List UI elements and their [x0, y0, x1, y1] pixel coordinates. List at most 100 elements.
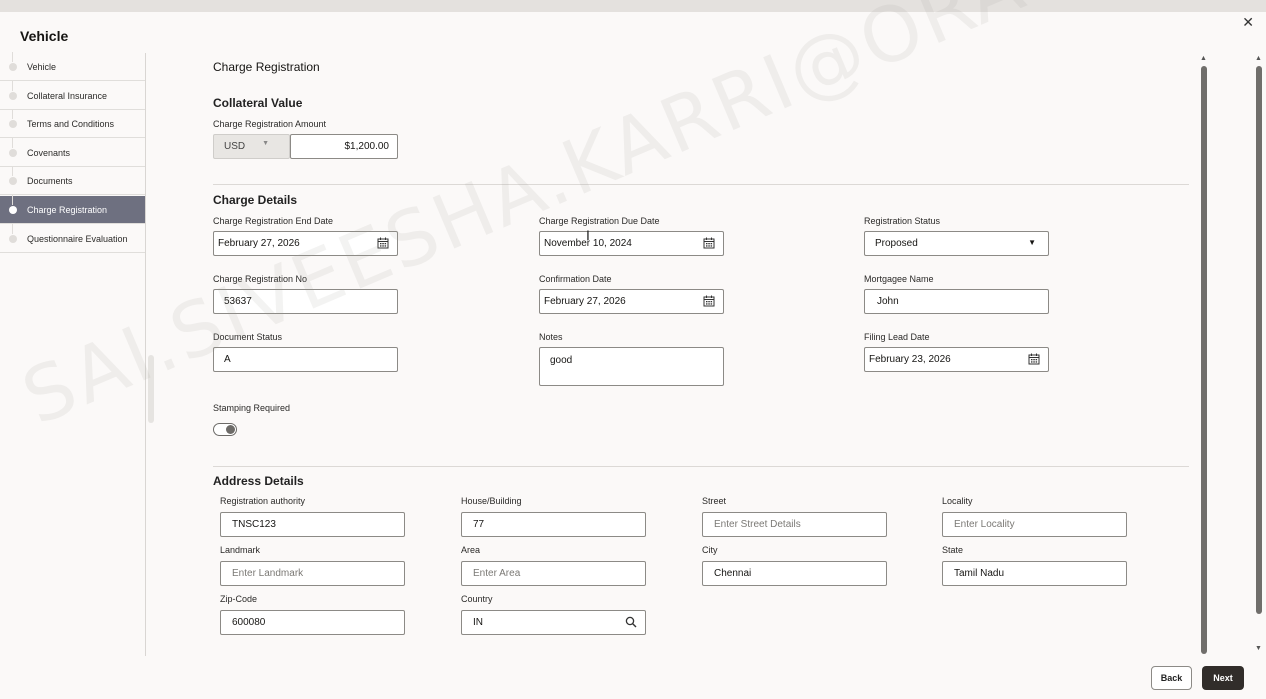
street-label: Street [702, 496, 727, 506]
notes-textarea[interactable]: good [539, 347, 724, 386]
house-value: 77 [473, 519, 485, 530]
section-heading-charge-details: Charge Details [213, 193, 298, 207]
step-dot-icon [9, 120, 17, 128]
sidebar-item-questionnaire-evaluation[interactable]: Questionnaire Evaluation [0, 224, 145, 253]
scroll-up-arrow-icon[interactable]: ▲ [1255, 55, 1262, 62]
landmark-placeholder: Enter Landmark [232, 568, 304, 579]
calendar-icon[interactable] [703, 237, 715, 249]
reg-no-value: 53637 [224, 296, 252, 307]
country-input[interactable]: IN [461, 610, 646, 635]
authority-label: Registration authority [220, 496, 306, 506]
section-heading-address-details: Address Details [213, 474, 304, 488]
step-dot-icon [9, 149, 17, 157]
top-strip [0, 0, 1266, 12]
stamping-toggle[interactable] [213, 423, 237, 436]
search-icon[interactable] [625, 616, 637, 628]
city-value: Chennai [714, 568, 752, 579]
due-date-label: Charge Registration Due Date [539, 216, 660, 226]
scroll-up-arrow-icon[interactable]: ▲ [1200, 55, 1207, 62]
sidebar-item-charge-registration[interactable]: Charge Registration [0, 195, 145, 224]
calendar-icon[interactable] [1028, 353, 1040, 365]
sidebar-item-label: Collateral Insurance [27, 90, 108, 101]
area-input[interactable]: Enter Area [461, 561, 646, 586]
calendar-icon[interactable] [377, 237, 389, 249]
end-date-label: Charge Registration End Date [213, 216, 334, 226]
authority-input[interactable]: TNSC123 [220, 512, 405, 537]
chevron-down-icon: ▼ [262, 140, 269, 147]
currency-select[interactable]: USD ▼ [213, 134, 290, 159]
registration-status-value: Proposed [875, 238, 918, 249]
zip-label: Zip-Code [220, 594, 258, 604]
sidebar-item-documents[interactable]: Documents [0, 166, 145, 195]
zip-value: 600080 [232, 617, 266, 628]
content-scrollbar[interactable] [1201, 66, 1207, 654]
text-cursor-icon: I [586, 227, 590, 243]
city-label: City [702, 545, 718, 555]
area-placeholder: Enter Area [473, 568, 521, 579]
currency-value: USD [224, 141, 246, 152]
sidebar-item-label: Vehicle [27, 61, 57, 72]
sidebar-item-collateral-insurance[interactable]: Collateral Insurance [0, 81, 145, 110]
mortgagee-input[interactable]: John [864, 289, 1049, 314]
section-divider [213, 466, 1189, 467]
house-input[interactable]: 77 [461, 512, 646, 537]
street-placeholder: Enter Street Details [714, 519, 801, 530]
sidebar-item-terms-and-conditions[interactable]: Terms and Conditions [0, 109, 145, 138]
section-divider [213, 184, 1189, 185]
end-date-value: February 27, 2026 [218, 238, 300, 249]
state-input[interactable]: Tamil Nadu [942, 561, 1127, 586]
country-value: IN [473, 617, 483, 628]
calendar-icon[interactable] [703, 295, 715, 307]
confirmation-date-label: Confirmation Date [539, 274, 612, 284]
state-label: State [942, 545, 964, 555]
reg-no-input[interactable]: 53637 [213, 289, 398, 314]
caret-down-icon: ▼ [1028, 238, 1036, 247]
scroll-down-arrow-icon[interactable]: ▼ [1255, 645, 1262, 652]
registration-status-select[interactable]: Proposed ▼ [864, 231, 1049, 256]
area-label: Area [461, 545, 481, 555]
doc-status-label: Document Status [213, 332, 283, 342]
step-dot-icon [9, 63, 17, 71]
country-label: Country [461, 594, 493, 604]
sidebar-item-covenants[interactable]: Covenants [0, 138, 145, 167]
landmark-label: Landmark [220, 545, 261, 555]
sidebar-item-label: Covenants [27, 147, 71, 158]
close-icon[interactable]: ✕ [1242, 14, 1254, 31]
notes-value: good [550, 355, 573, 366]
locality-placeholder: Enter Locality [954, 519, 1015, 530]
step-dot-icon [9, 177, 17, 185]
filing-date-input[interactable]: February 23, 2026 [864, 347, 1049, 372]
filing-date-label: Filing Lead Date [864, 332, 930, 342]
charge-amount-label: Charge Registration Amount [213, 119, 327, 129]
app-title: Vehicle [20, 28, 69, 44]
step-dot-icon [9, 92, 17, 100]
landmark-input[interactable]: Enter Landmark [220, 561, 405, 586]
mortgagee-value: John [877, 296, 899, 307]
step-dot-icon [9, 206, 17, 214]
confirmation-date-input[interactable]: February 27, 2026 [539, 289, 724, 314]
notes-label: Notes [539, 332, 563, 342]
zip-input[interactable]: 600080 [220, 610, 405, 635]
page-title: Charge Registration [213, 60, 320, 74]
step-dot-icon [9, 235, 17, 243]
sidebar-item-vehicle[interactable]: Vehicle [0, 52, 145, 81]
confirmation-date-value: February 27, 2026 [544, 296, 626, 307]
footer-bar: Back Next [0, 656, 1266, 699]
section-heading-collateral-value: Collateral Value [213, 96, 303, 110]
street-input[interactable]: Enter Street Details [702, 512, 887, 537]
end-date-input[interactable]: February 27, 2026 [213, 231, 398, 256]
charge-amount-input[interactable]: $1,200.00 [290, 134, 398, 159]
back-button[interactable]: Back [1151, 666, 1192, 690]
due-date-input[interactable]: November 10, 2024 [539, 231, 724, 256]
next-button[interactable]: Next [1202, 666, 1244, 690]
sidebar-item-label: Documents [27, 175, 73, 186]
locality-label: Locality [942, 496, 973, 506]
filing-date-value: February 23, 2026 [869, 354, 951, 365]
page-scrollbar[interactable] [1256, 66, 1262, 614]
locality-input[interactable]: Enter Locality [942, 512, 1127, 537]
doc-status-input[interactable]: A [213, 347, 398, 372]
charge-amount-value: $1,200.00 [344, 141, 390, 152]
sidebar-item-label: Questionnaire Evaluation [27, 233, 128, 244]
city-input[interactable]: Chennai [702, 561, 887, 586]
toggle-knob [226, 425, 235, 434]
